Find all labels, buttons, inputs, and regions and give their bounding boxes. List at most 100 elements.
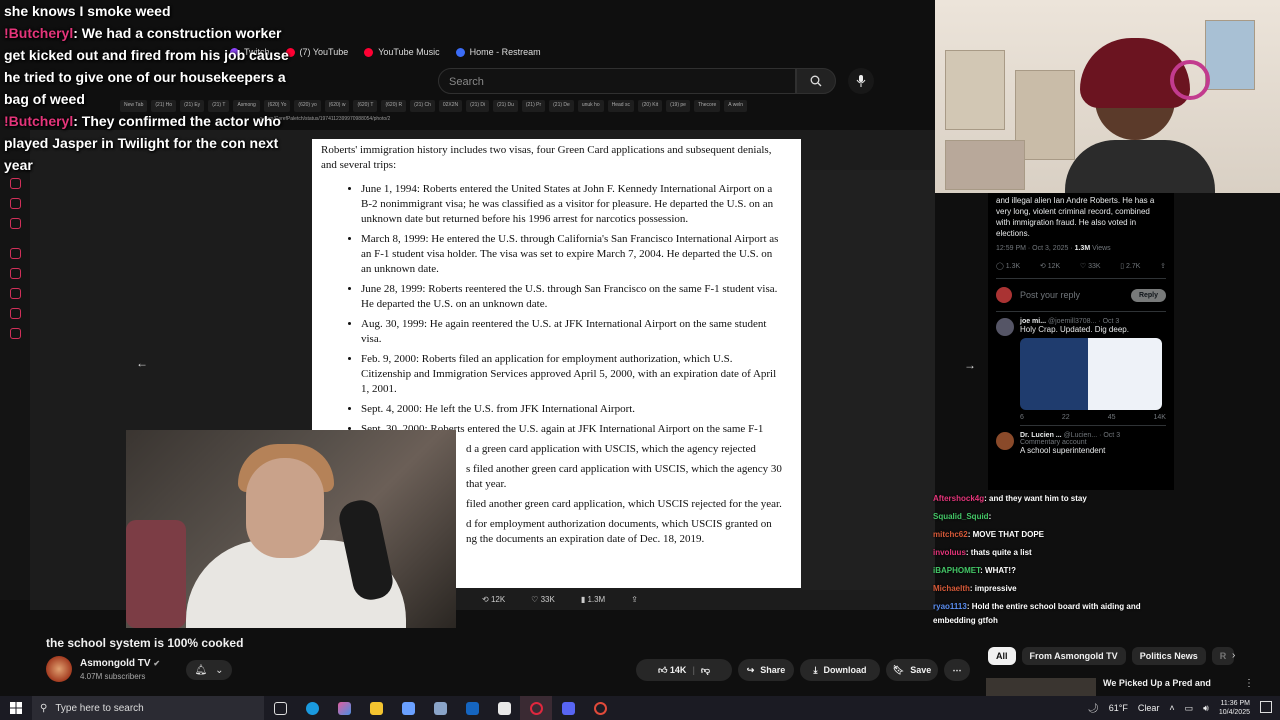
chrome-icon[interactable] (584, 696, 616, 720)
browser-tab[interactable]: (20) Kit (637, 100, 663, 112)
obs-dock-strip (0, 120, 30, 600)
thumbs-down-icon: 👎︎ (700, 664, 711, 675)
browser-tab[interactable]: (620) yo (294, 100, 321, 112)
like-action[interactable]: ♡ 33K (1080, 262, 1101, 270)
layers-icon[interactable] (10, 308, 21, 319)
chat-icon[interactable] (10, 198, 21, 209)
weather-icon[interactable]: 🌙︎ (1087, 703, 1098, 714)
voice-search-button[interactable] (848, 68, 874, 94)
view-count[interactable]: ▮ 1.3M (581, 595, 605, 604)
dislike-button[interactable]: 👎︎ (701, 665, 710, 676)
like-button[interactable]: 👍︎ 14K (658, 665, 686, 676)
browser-tab[interactable]: (21) Ch (410, 100, 435, 112)
browser-tab[interactable]: (620) R (381, 100, 407, 112)
notifications-icon[interactable] (1260, 701, 1272, 713)
share-icon[interactable]: ⇪ (631, 595, 638, 604)
stream-chat-overlay: she knows I smoke weed !Butcheryl: We ha… (4, 0, 294, 180)
chip-all[interactable]: All (988, 647, 1016, 665)
chat-message: mitchc62: MOVE THAT DOPE (933, 530, 1044, 539)
folder-icon[interactable] (10, 268, 21, 279)
save-button[interactable]: 🔖︎ Save (886, 659, 938, 681)
previous-image-arrow-icon[interactable]: ← (136, 356, 148, 370)
like-count[interactable]: ♡ 33K (531, 595, 555, 604)
bookmark-youtube[interactable]: (7) YouTube (285, 47, 348, 57)
chat-message: involuus: thats quite a list (933, 548, 1032, 557)
recommended-title[interactable]: We Picked Up a Pred and Brought Him to O… (1103, 677, 1223, 691)
edge-icon[interactable] (296, 696, 328, 720)
chip-more[interactable]: R (1211, 647, 1235, 665)
store-icon[interactable] (392, 696, 424, 720)
more-icon: ⋯ (952, 664, 962, 675)
browser-tab[interactable]: Head sc (607, 100, 634, 112)
reply-composer: Post your reply Reply (996, 279, 1166, 312)
browser-tab[interactable]: (620) w (324, 100, 350, 112)
youtube-music-icon (364, 47, 374, 57)
retweet-count[interactable]: ⟲ 12K (482, 595, 505, 604)
browser-tab[interactable]: unuk ho (577, 100, 604, 112)
system-tray: 🌙︎ 61°F Clear ˄ ▭ 🔊︎ 11:36 PM 10/4/2025 (1087, 699, 1250, 717)
opera-icon[interactable] (520, 696, 552, 720)
app-icon[interactable] (424, 696, 456, 720)
reply-tweet: joe mi... @joemill3708... · Oct 3 Holy C… (996, 312, 1166, 426)
reply-button[interactable]: Reply (1130, 288, 1166, 302)
channel-avatar[interactable] (46, 656, 72, 682)
bookmark-youtube-music[interactable]: YouTube Music (364, 47, 440, 57)
browser-tab[interactable]: A weln (724, 100, 748, 112)
clock[interactable]: 11:36 PM 10/4/2025 (1219, 699, 1250, 717)
more-actions-button[interactable]: ⋯ (944, 659, 970, 681)
browser-tab[interactable]: (21) Du (493, 100, 518, 112)
list-item: Feb. 9, 2000: Roberts filed an applicati… (361, 352, 783, 397)
channel-name[interactable]: Asmongold TV ✔ (80, 658, 160, 669)
chips-next-arrow-icon[interactable]: › (1232, 650, 1235, 661)
chip-politics-news[interactable]: Politics News (1131, 647, 1206, 665)
video-menu-icon[interactable]: ⋮ (1244, 678, 1254, 689)
browser-tab[interactable]: (19) pe (666, 100, 690, 112)
browser-tab[interactable]: 02X2N (438, 100, 463, 112)
browser-tab[interactable]: Thecore (693, 100, 721, 112)
retweet-action[interactable]: ⟲ 12K (1040, 262, 1060, 270)
restream-icon (455, 47, 465, 57)
bookmark-restream[interactable]: Home - Restream (455, 47, 541, 57)
browser-tab[interactable]: (21) Di (466, 100, 490, 112)
headset (1170, 60, 1210, 100)
share-button[interactable]: ↪ Share (738, 659, 794, 681)
copilot-icon[interactable] (328, 696, 360, 720)
browser-tab[interactable]: (21) De (549, 100, 574, 112)
bookmark-icon: 🔖︎ (892, 664, 905, 675)
address-bar[interactable]: x.com/CarefPaletch/status/19741123999709… (260, 116, 935, 126)
chat-message: iBAPHOMET: WHAT!? (933, 566, 1016, 575)
chat-message: Michaelth: impressive (933, 584, 1017, 593)
taskbar-search[interactable]: ⚲ Type here to search (32, 696, 264, 720)
download-button[interactable]: ⤓ Download (800, 659, 880, 681)
notification-bell-button[interactable]: 🔔︎ ⌄ (186, 660, 232, 680)
outlook-icon[interactable] (456, 696, 488, 720)
discord-icon[interactable] (552, 696, 584, 720)
start-button[interactable] (0, 696, 32, 720)
settings-icon[interactable] (10, 328, 21, 339)
chip-from-channel[interactable]: From Asmongold TV (1021, 647, 1126, 665)
share-icon: ↪ (746, 664, 755, 675)
record-icon[interactable] (10, 248, 21, 259)
x-icon[interactable] (10, 218, 21, 229)
browser-tab[interactable]: (21) Pr (521, 100, 546, 112)
next-image-arrow-icon[interactable]: → (964, 358, 976, 372)
capcut-icon[interactable] (488, 696, 520, 720)
share-icon[interactable]: ⇪ (1160, 262, 1166, 270)
tweet-thread: and illegal alien Ian Andre Roberts. He … (988, 193, 1174, 490)
streamer-facecam-right (935, 0, 1280, 193)
reply-action[interactable]: ◯ 1.3K (996, 262, 1020, 270)
reply-image[interactable] (1020, 338, 1162, 410)
search-input[interactable]: Search (438, 68, 796, 94)
bookmark-action[interactable]: ▯ 2.7K (1120, 262, 1140, 270)
tray-chevron-icon[interactable]: ˄ (1169, 703, 1174, 713)
volume-icon[interactable]: 🔊︎ (1203, 703, 1209, 714)
search-button[interactable] (796, 68, 836, 94)
list-item: June 28, 1999: Roberts reentered the U.S… (361, 282, 783, 312)
file-explorer-icon[interactable] (360, 696, 392, 720)
reply-input[interactable]: Post your reply (1020, 290, 1123, 300)
task-view-icon[interactable] (264, 696, 296, 720)
clock-icon[interactable] (10, 288, 21, 299)
browser-tab[interactable]: (620) T (353, 100, 378, 112)
network-icon[interactable]: ▭ (1185, 703, 1194, 714)
video-title: the school system is 100% cooked (46, 636, 244, 650)
